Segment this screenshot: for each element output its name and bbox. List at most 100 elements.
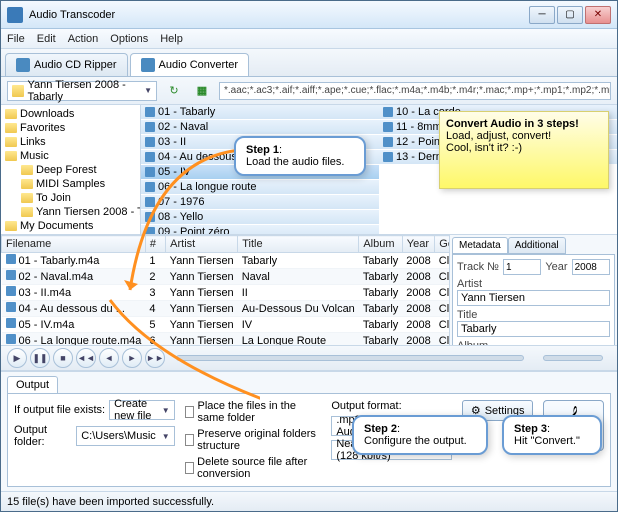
pause-button[interactable]: ❚❚ <box>30 348 50 368</box>
artist-input[interactable]: Yann Tiersen <box>457 290 610 306</box>
table-row[interactable]: 05 - IV.m4a5Yann TiersenIVTabarly2008Cla… <box>2 317 450 333</box>
callout-step2: Step 2: Configure the output. <box>352 415 488 455</box>
preserve-folders-checkbox[interactable] <box>185 434 195 446</box>
column-header[interactable]: Genre <box>435 236 449 253</box>
audio-file-icon <box>6 270 16 280</box>
up-folder-button[interactable]: ↻ <box>163 80 185 102</box>
file-item[interactable]: 01 - Tabarly <box>141 105 379 120</box>
menu-action[interactable]: Action <box>68 33 99 45</box>
exists-combo[interactable]: Create new file▼ <box>109 400 175 420</box>
folder-combo[interactable]: C:\Users\Music▼ <box>76 426 174 446</box>
folder-path-combo[interactable]: Yann Tiersen 2008 - Tabarly ▼ <box>7 81 157 101</box>
audio-file-icon <box>383 152 393 162</box>
same-folder-checkbox[interactable] <box>185 406 195 418</box>
column-header[interactable]: Title <box>238 236 359 253</box>
folder-icon <box>12 85 24 97</box>
maximize-button[interactable]: ▢ <box>557 6 583 24</box>
audio-file-icon <box>6 302 16 312</box>
column-header[interactable]: Album <box>359 236 402 253</box>
audio-file-icon <box>6 334 16 344</box>
status-text: 15 file(s) have been imported successful… <box>7 496 214 508</box>
title-input[interactable]: Tabarly <box>457 321 610 337</box>
tree-item[interactable]: Yann Tiersen 2008 - Tabarly <box>3 205 138 219</box>
add-files-button[interactable]: ▦ <box>191 80 213 102</box>
close-button[interactable]: ✕ <box>585 6 611 24</box>
file-item[interactable]: 02 - Naval <box>141 120 379 135</box>
table-row[interactable]: 06 - La longue route.m4a6Yann TiersenLa … <box>2 333 450 346</box>
tab-cd-ripper[interactable]: Audio CD Ripper <box>5 53 128 76</box>
folder-icon <box>5 123 17 133</box>
file-item[interactable]: 07 - 1976 <box>141 195 379 210</box>
table-row[interactable]: 01 - Tabarly.m4a1Yann TiersenTabarlyTaba… <box>2 253 450 269</box>
tree-item[interactable]: Downloads <box>3 107 138 121</box>
chevron-down-icon: ▼ <box>144 86 152 95</box>
tab-additional[interactable]: Additional <box>508 237 566 254</box>
seek-slider[interactable] <box>176 355 524 361</box>
track-label: Track № <box>457 261 499 273</box>
chk-label: Preserve original folders structure <box>197 428 321 452</box>
play-button[interactable]: ▶ <box>7 348 27 368</box>
tree-item[interactable]: Links <box>3 135 138 149</box>
next-button[interactable]: ►► <box>145 348 165 368</box>
track-grid[interactable]: Filename#ArtistTitleAlbumYearGenreCompos… <box>1 235 449 345</box>
minimize-button[interactable]: ─ <box>529 6 555 24</box>
menu-options[interactable]: Options <box>110 33 148 45</box>
column-header[interactable]: Artist <box>166 236 238 253</box>
tree-item[interactable]: Music <box>3 149 138 163</box>
titlebar[interactable]: Audio Transcoder ─ ▢ ✕ <box>1 1 617 29</box>
audio-file-icon <box>145 122 155 132</box>
menu-edit[interactable]: Edit <box>37 33 56 45</box>
chk-label: Place the files in the same folder <box>197 400 321 424</box>
table-row[interactable]: 02 - Naval.m4a2Yann TiersenNavalTabarly2… <box>2 269 450 285</box>
year-input[interactable] <box>572 259 610 275</box>
folder-tree[interactable]: DownloadsFavoritesLinksMusicDeep ForestM… <box>1 105 141 234</box>
sticky-line: Cool, isn't it? :-) <box>446 142 602 154</box>
column-header[interactable]: # <box>145 236 165 253</box>
extension-filter[interactable]: *.aac;*.ac3;*.aif;*.aiff;*.ape;*.cue;*.f… <box>219 82 611 100</box>
tree-item[interactable]: To Join <box>3 191 138 205</box>
audio-file-icon <box>145 197 155 207</box>
tree-item[interactable]: MIDI Samples <box>3 177 138 191</box>
year-label: Year <box>545 261 567 273</box>
stop-button[interactable]: ■ <box>53 348 73 368</box>
menu-help[interactable]: Help <box>160 33 183 45</box>
audio-file-icon <box>145 167 155 177</box>
column-header[interactable]: Year <box>402 236 434 253</box>
track-input[interactable] <box>503 259 541 275</box>
table-row[interactable]: 04 - Au dessous du ...4Yann TiersenAu-De… <box>2 301 450 317</box>
cd-icon <box>16 58 30 72</box>
output-tab[interactable]: Output <box>7 376 58 393</box>
audio-file-icon <box>145 137 155 147</box>
tree-item[interactable]: Deep Forest <box>3 163 138 177</box>
rewind-button[interactable]: ◄ <box>99 348 119 368</box>
plus-icon: ▦ <box>197 84 207 97</box>
app-icon <box>7 7 23 23</box>
folder-label: Output folder: <box>14 424 72 448</box>
folder-icon <box>21 207 33 217</box>
table-row[interactable]: 03 - II.m4a3Yann TiersenIITabarly2008Cla… <box>2 285 450 301</box>
tab-audio-converter[interactable]: Audio Converter <box>130 53 250 76</box>
file-item[interactable]: 08 - Yello <box>141 210 379 225</box>
audio-file-icon <box>145 227 155 234</box>
format-label: Output format: <box>331 400 452 412</box>
forward-button[interactable]: ► <box>122 348 142 368</box>
sticky-title: Convert Audio in 3 steps! <box>446 118 579 130</box>
tree-item[interactable]: Favorites <box>3 121 138 135</box>
file-item[interactable]: 06 - La longue route <box>141 180 379 195</box>
column-header[interactable]: Filename <box>2 236 146 253</box>
folder-path-text: Yann Tiersen 2008 - Tabarly <box>28 79 141 103</box>
tree-item[interactable]: My Documents <box>3 219 138 233</box>
delete-source-checkbox[interactable] <box>185 462 194 474</box>
prev-button[interactable]: ◄◄ <box>76 348 96 368</box>
file-item[interactable]: 09 - Point zéro <box>141 225 379 234</box>
folder-icon <box>21 193 33 203</box>
player-bar: ▶ ❚❚ ■ ◄◄ ◄ ► ►► <box>1 345 617 371</box>
tab-metadata[interactable]: Metadata <box>452 237 508 254</box>
menu-file[interactable]: File <box>7 33 25 45</box>
sticky-note: Convert Audio in 3 steps! Load, adjust, … <box>439 111 609 189</box>
folder-icon <box>5 137 17 147</box>
chk-label: Delete source file after conversion <box>197 456 321 480</box>
volume-slider[interactable] <box>543 355 603 361</box>
sticky-line: Load, adjust, convert! <box>446 130 602 142</box>
converter-icon <box>141 58 155 72</box>
